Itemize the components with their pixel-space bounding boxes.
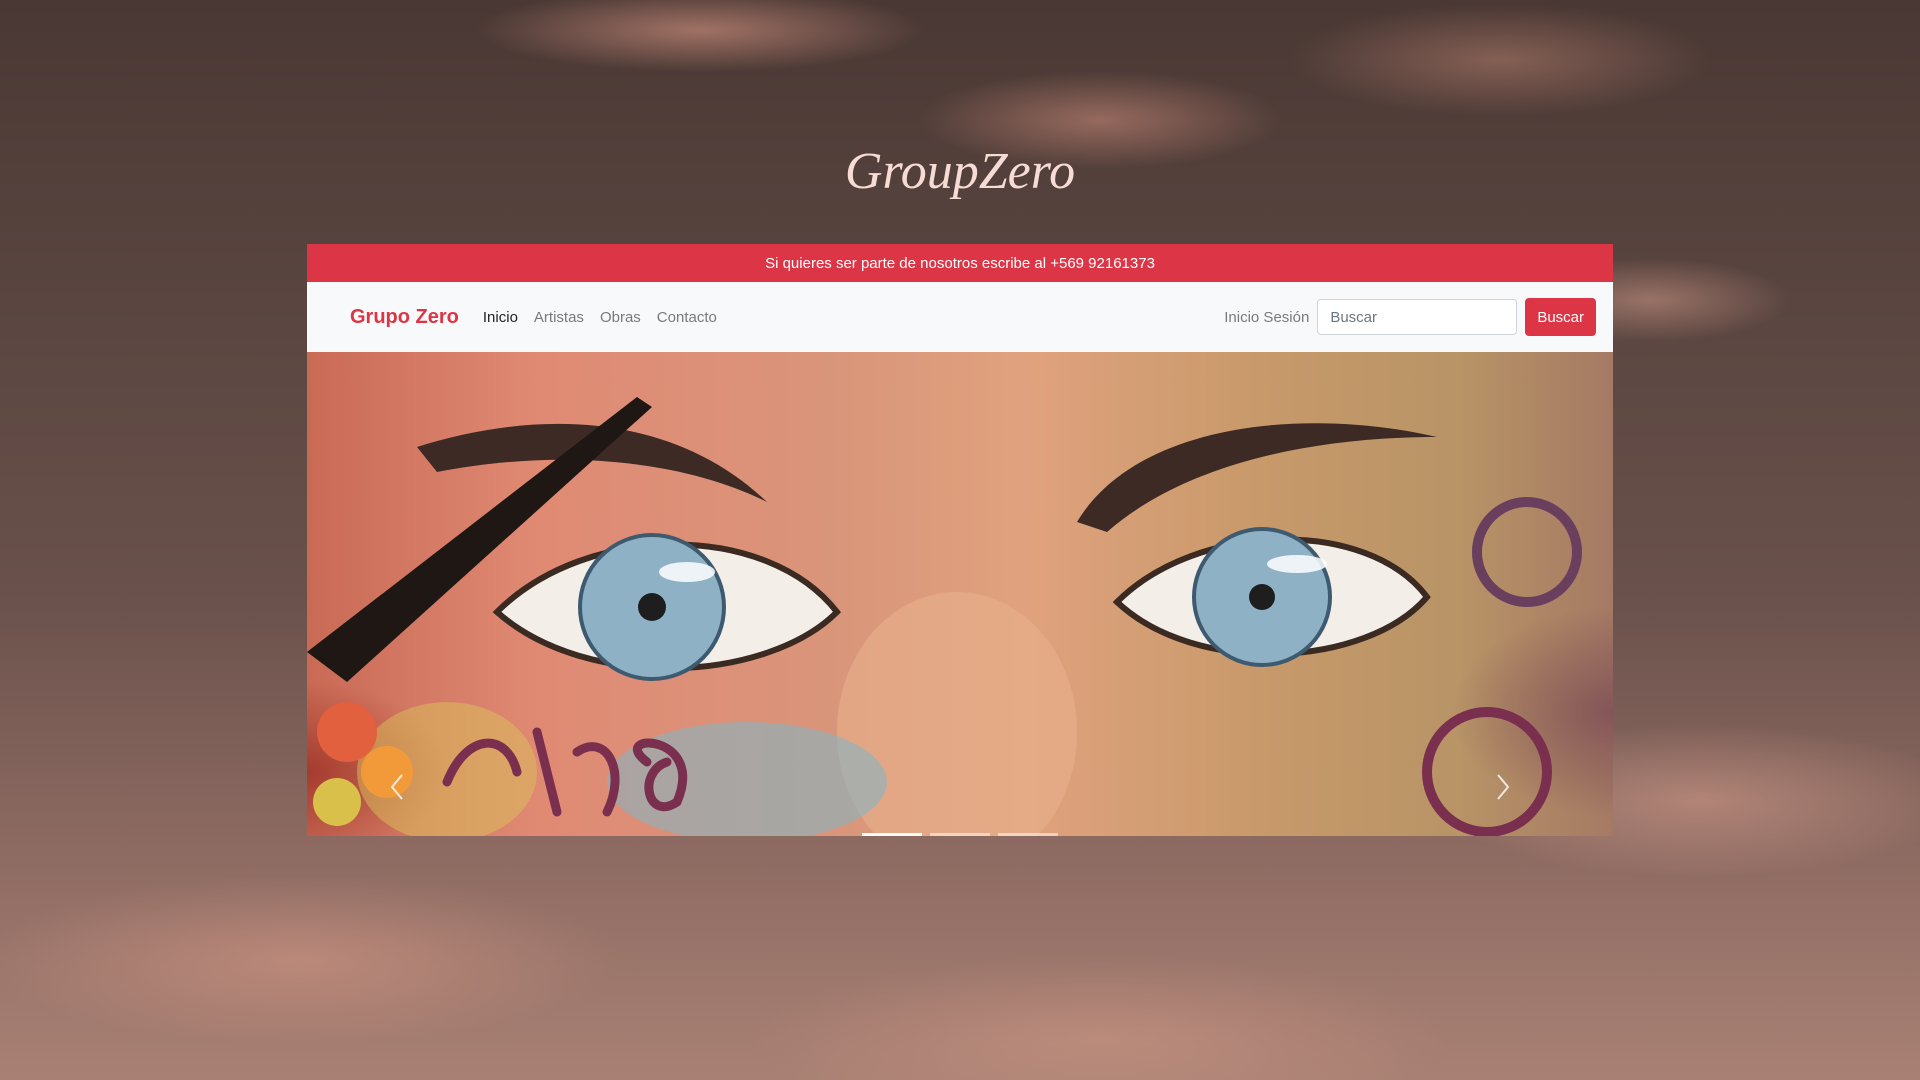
graffiti-eyes-image xyxy=(307,397,1582,836)
nav-link-obras[interactable]: Obras xyxy=(600,309,641,326)
announcement-bar: Si quieres ser parte de nosotros escribe… xyxy=(307,244,1613,282)
search-input[interactable] xyxy=(1317,299,1518,335)
login-link[interactable]: Inicio Sesión xyxy=(1224,309,1309,326)
announcement-text: Si quieres ser parte de nosotros escribe… xyxy=(765,254,1155,272)
carousel-indicator-1[interactable] xyxy=(862,833,922,836)
brand-link[interactable]: Grupo Zero xyxy=(350,306,459,329)
site-title: GroupZero xyxy=(844,143,1076,200)
hero-carousel xyxy=(307,352,1613,836)
nav-link-artistas[interactable]: Artistas xyxy=(534,309,584,326)
carousel-indicators xyxy=(307,833,1613,836)
navbar: Grupo Zero Inicio Artistas Obras Contact… xyxy=(307,282,1613,352)
nav-link-contacto[interactable]: Contacto xyxy=(657,309,717,326)
carousel-prev-button[interactable] xyxy=(387,772,427,812)
main-container: Si quieres ser parte de nosotros escribe… xyxy=(307,244,1613,836)
chevron-left-icon xyxy=(390,774,403,800)
carousel-next-button[interactable] xyxy=(1493,772,1533,812)
carousel-indicator-2[interactable] xyxy=(930,833,990,836)
search-button[interactable]: Buscar xyxy=(1525,298,1596,336)
carousel-indicator-3[interactable] xyxy=(998,833,1058,836)
chevron-right-icon xyxy=(1497,774,1510,800)
nav-link-inicio[interactable]: Inicio xyxy=(483,309,518,326)
